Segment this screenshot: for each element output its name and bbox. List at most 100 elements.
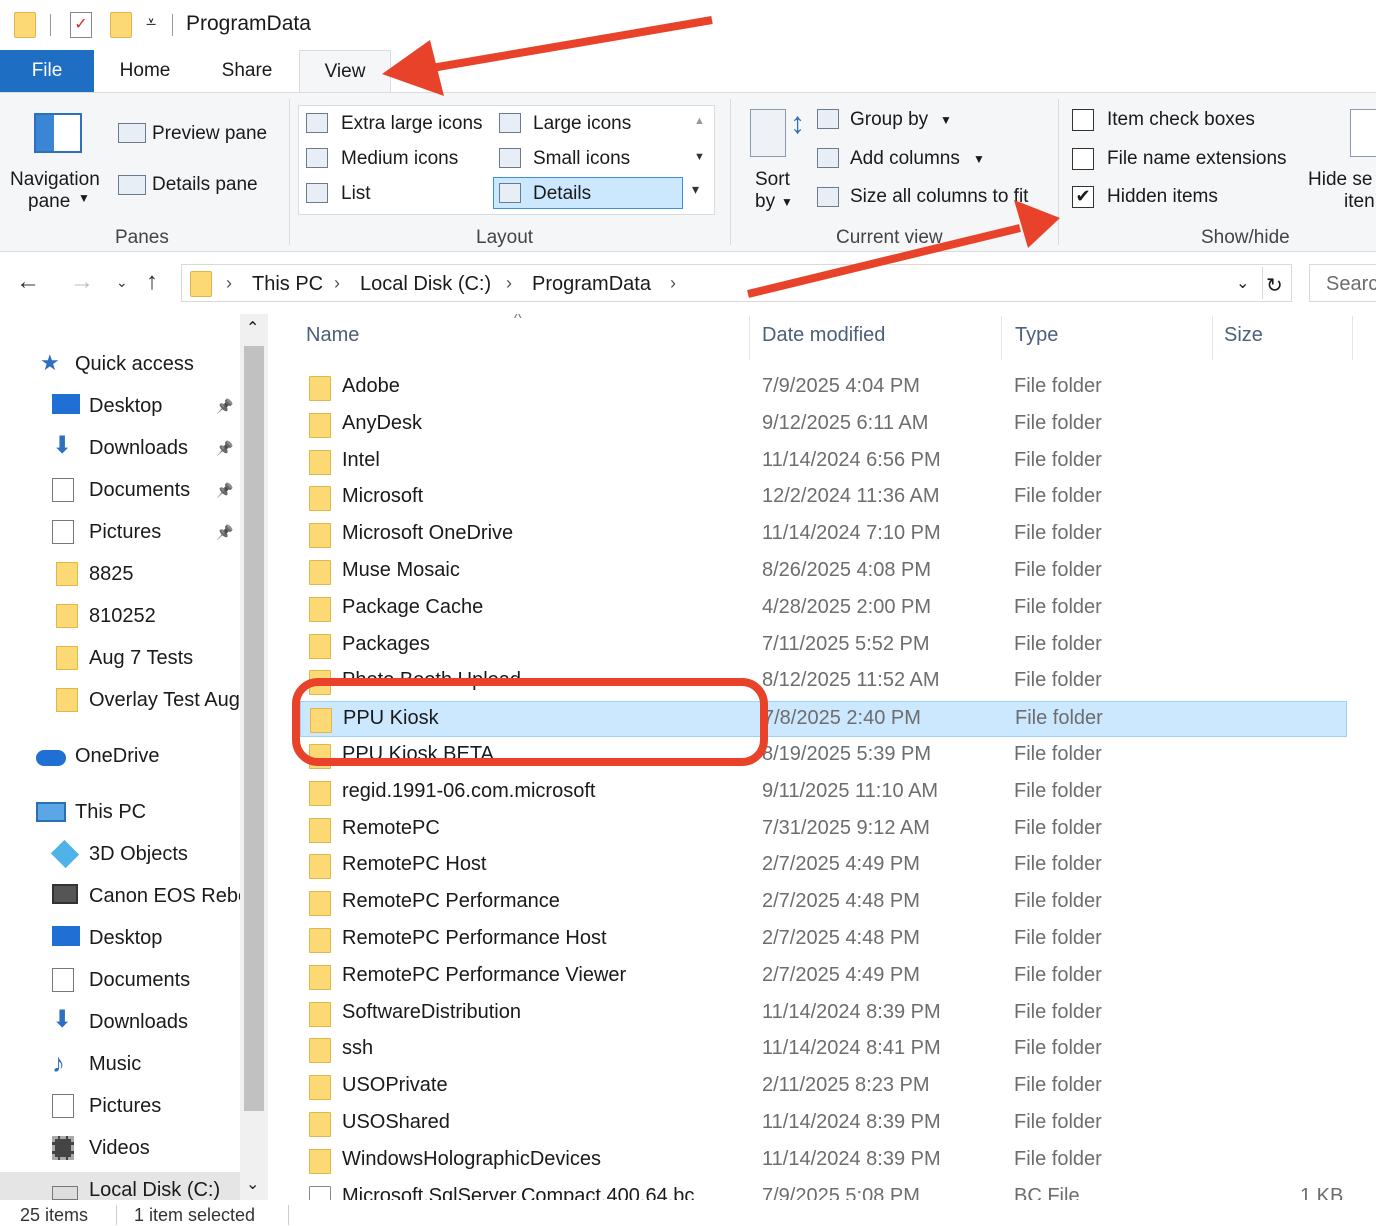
new-folder-icon[interactable] <box>110 12 132 38</box>
group-by-button[interactable]: Group by <box>850 109 928 131</box>
table-row[interactable]: regid.1991-06.com.microsoft 9/11/2025 11:… <box>300 775 1347 811</box>
size-all-columns-button[interactable]: Size all columns to fit <box>850 186 1028 208</box>
nav-pc-item[interactable]: 3D Objects <box>0 836 240 872</box>
chevron-right-icon[interactable]: › <box>226 273 232 294</box>
column-header-date[interactable]: Date modified <box>762 324 885 347</box>
nav-pc-item[interactable]: Canon EOS Rebe <box>0 878 249 914</box>
nav-this-pc[interactable]: This PC <box>0 794 240 830</box>
table-row[interactable]: Intel 11/14/2024 6:56 PM File folder <box>300 444 1347 480</box>
divider[interactable] <box>749 316 750 360</box>
details-pane-button[interactable]: Details pane <box>152 174 258 196</box>
properties-icon[interactable]: ✓ <box>70 12 92 38</box>
details-option[interactable]: Details <box>533 183 591 205</box>
nav-pc-item[interactable]: Documents <box>0 962 240 998</box>
preview-pane-button[interactable]: Preview pane <box>152 123 267 145</box>
item-check-boxes-checkbox[interactable] <box>1072 109 1094 131</box>
list-option[interactable]: List <box>341 183 371 205</box>
nav-pc-item[interactable]: Videos <box>0 1130 240 1166</box>
nav-quick-item[interactable]: 8825 <box>0 556 240 592</box>
large-icons-option[interactable]: Large icons <box>533 113 631 135</box>
table-row[interactable]: Microsoft OneDrive 11/14/2024 7:10 PM File… <box>300 517 1347 553</box>
table-row[interactable]: USOShared 11/14/2024 8:39 PM File folder <box>300 1106 1347 1142</box>
table-row[interactable]: WindowsHolographicDevices 11/14/2024 8:39… <box>300 1143 1347 1179</box>
nav-quick-item[interactable]: Desktop 📌 <box>0 388 240 424</box>
forward-arrow-icon[interactable]: → <box>70 268 94 296</box>
table-row[interactable]: Adobe 7/9/2025 4:04 PM File folder <box>300 370 1347 406</box>
customize-toolbar-icon[interactable]: ⩡ <box>146 12 156 33</box>
add-columns-button[interactable]: Add columns <box>850 148 960 170</box>
breadcrumb-programdata[interactable]: ProgramData <box>532 273 651 296</box>
nav-quick-item[interactable]: 810252 <box>0 598 240 634</box>
table-row[interactable]: Muse Mosaic 8/26/2025 4:08 PM File folder <box>300 554 1347 590</box>
nav-quick-item[interactable]: Overlay Test Aug <box>0 682 240 718</box>
table-row[interactable]: SoftwareDistribution 11/14/2024 8:39 PM Fi… <box>300 996 1347 1032</box>
pin-icon[interactable]: 📌 <box>216 388 233 424</box>
sort-by-button-label[interactable]: by <box>755 191 775 213</box>
divider[interactable] <box>1212 316 1213 360</box>
navigation-pane-button-label[interactable]: pane <box>28 191 70 213</box>
back-arrow-icon[interactable]: ← <box>16 268 40 296</box>
nav-quick-item[interactable]: ⬇ Downloads 📌 <box>0 430 240 466</box>
nav-onedrive[interactable]: OneDrive <box>0 738 240 774</box>
chevron-right-icon[interactable]: › <box>334 273 340 294</box>
table-row[interactable]: RemotePC Performance Viewer 2/7/2025 4:49… <box>300 959 1347 995</box>
hide-selected-button[interactable]: Hide se <box>1308 169 1372 191</box>
nav-pc-item[interactable]: Pictures <box>0 1088 240 1124</box>
table-row[interactable]: Microsoft 12/2/2024 11:36 AM File folder <box>300 480 1347 516</box>
gallery-scroll-down-icon[interactable]: ▼ <box>694 151 705 163</box>
table-row[interactable]: Microsoft.SqlServer.Compact.400.64.bc 7/9… <box>300 1180 1347 1200</box>
recent-locations-chevron-icon[interactable]: ⌄ <box>116 274 128 291</box>
divider[interactable] <box>1001 316 1002 360</box>
table-row[interactable]: Photo Booth Upload 8/12/2025 11:52 AM File… <box>300 664 1347 700</box>
pin-icon[interactable]: 📌 <box>216 472 233 508</box>
pin-icon[interactable]: 📌 <box>216 514 233 550</box>
nav-pc-item[interactable]: Desktop <box>0 920 240 956</box>
hide-selected-button-label[interactable]: iten <box>1344 191 1375 213</box>
pin-icon[interactable]: 📌 <box>216 430 233 466</box>
divider[interactable] <box>1352 316 1353 360</box>
navigation-pane-icon[interactable] <box>34 113 82 153</box>
column-header-size[interactable]: Size <box>1224 324 1263 347</box>
nav-pc-item[interactable]: ♪ Music <box>0 1046 240 1082</box>
nav-quick-access[interactable]: ★ Quick access <box>0 346 240 382</box>
medium-icons-option[interactable]: Medium icons <box>341 148 458 170</box>
file-name-extensions-label[interactable]: File name extensions <box>1107 148 1287 170</box>
nav-pc-item[interactable]: Local Disk (C:) <box>0 1172 240 1200</box>
address-bar[interactable]: › This PC › Local Disk (C:) › ProgramDat… <box>181 264 1292 302</box>
refresh-icon[interactable]: ↻ <box>1266 273 1283 298</box>
folder-icon[interactable] <box>14 12 36 38</box>
gallery-scroll-up-icon[interactable]: ▲ <box>694 115 705 127</box>
table-row[interactable]: ssh 11/14/2024 8:41 PM File folder <box>300 1032 1347 1068</box>
tab-share[interactable]: Share <box>206 50 288 92</box>
column-header-type[interactable]: Type <box>1015 324 1058 347</box>
tab-home[interactable]: Home <box>104 50 186 92</box>
gallery-more-icon[interactable]: ▾ <box>692 181 699 198</box>
address-history-chevron-icon[interactable]: ⌄ <box>1236 273 1249 293</box>
chevron-right-icon[interactable]: › <box>670 273 676 294</box>
table-row[interactable]: PPU Kiosk 7/8/2025 2:40 PM File folder <box>300 701 1347 738</box>
up-arrow-icon[interactable]: ↑ <box>146 268 158 296</box>
table-row[interactable]: AnyDesk 9/12/2025 6:11 AM File folder <box>300 407 1347 443</box>
sort-by-button[interactable]: Sort <box>755 169 790 191</box>
scroll-up-icon[interactable]: ⌃ <box>246 318 259 338</box>
table-row[interactable]: RemotePC 7/31/2025 9:12 AM File folder <box>300 812 1347 848</box>
search-input[interactable]: Searc <box>1309 264 1376 302</box>
extra-large-icons-option[interactable]: Extra large icons <box>341 113 483 135</box>
item-check-boxes-label[interactable]: Item check boxes <box>1107 109 1255 131</box>
nav-pc-item[interactable]: ⬇ Downloads <box>0 1004 240 1040</box>
table-row[interactable]: RemotePC Performance 2/7/2025 4:48 PM File… <box>300 885 1347 921</box>
table-row[interactable]: USOPrivate 2/11/2025 8:23 PM File folder <box>300 1069 1347 1105</box>
chevron-right-icon[interactable]: › <box>506 273 512 294</box>
tab-view[interactable]: View <box>299 50 391 92</box>
scroll-down-icon[interactable]: ⌄ <box>246 1174 259 1194</box>
nav-quick-item[interactable]: Documents 📌 <box>0 472 240 508</box>
table-row[interactable]: RemotePC Host 2/7/2025 4:49 PM File folder <box>300 848 1347 884</box>
small-icons-option[interactable]: Small icons <box>533 148 630 170</box>
table-row[interactable]: Packages 7/11/2025 5:52 PM File folder <box>300 628 1347 664</box>
nav-quick-item[interactable]: Aug 7 Tests <box>0 640 240 676</box>
nav-quick-item[interactable]: Pictures 📌 <box>0 514 240 550</box>
breadcrumb-this-pc[interactable]: This PC <box>252 273 323 296</box>
nav-scrollbar-thumb[interactable] <box>244 346 264 1111</box>
tab-file[interactable]: File <box>0 50 94 92</box>
table-row[interactable]: RemotePC Performance Host 2/7/2025 4:48 P… <box>300 922 1347 958</box>
